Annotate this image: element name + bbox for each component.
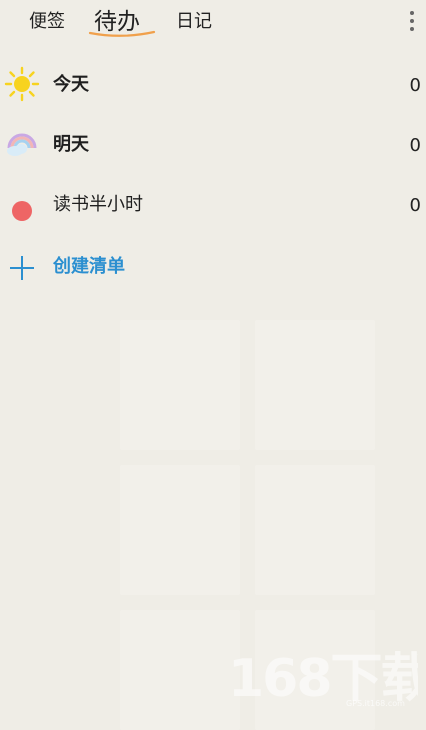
list-item-count: 0: [409, 75, 421, 96]
list-item-label: 明天: [53, 134, 89, 155]
list-item-count: 0: [409, 195, 421, 216]
plus-icon: [10, 256, 34, 280]
tab-diary-label: 日记: [176, 11, 212, 32]
svg-text:168下载: 168下载: [228, 649, 418, 708]
rainbow-cloud-icon: [7, 133, 37, 156]
site-watermark: 168下载 GPS.it168.com: [228, 649, 418, 708]
list-item-today[interactable]: 今天 0: [0, 60, 426, 112]
list-item-count: 0: [409, 135, 421, 156]
tab-bar: 便签 待办 日记: [0, 0, 426, 46]
tab-diary[interactable]: 日记: [176, 0, 212, 40]
list-item-label: 今天: [53, 74, 89, 95]
more-vertical-icon[interactable]: [404, 6, 420, 36]
list-item-label: 读书半小时: [53, 194, 143, 215]
list-item-reading[interactable]: 读书半小时 0: [0, 180, 426, 232]
tab-notes[interactable]: 便签: [29, 0, 65, 40]
sun-icon: [4, 66, 40, 102]
create-list-button[interactable]: 创建清单: [0, 242, 220, 290]
todo-app: 便签 待办 日记 今天 0 明天 0 读书半小时 0 创建清单 168下载 GP…: [0, 0, 426, 730]
tab-notes-label: 便签: [29, 11, 65, 32]
background-texture: [120, 320, 426, 730]
svg-text:GPS.it168.com: GPS.it168.com: [346, 699, 405, 708]
list-item-tomorrow[interactable]: 明天 0: [0, 120, 426, 172]
create-list-label: 创建清单: [53, 256, 125, 277]
dot-icon: [12, 201, 32, 221]
active-tab-underline: [88, 30, 156, 37]
